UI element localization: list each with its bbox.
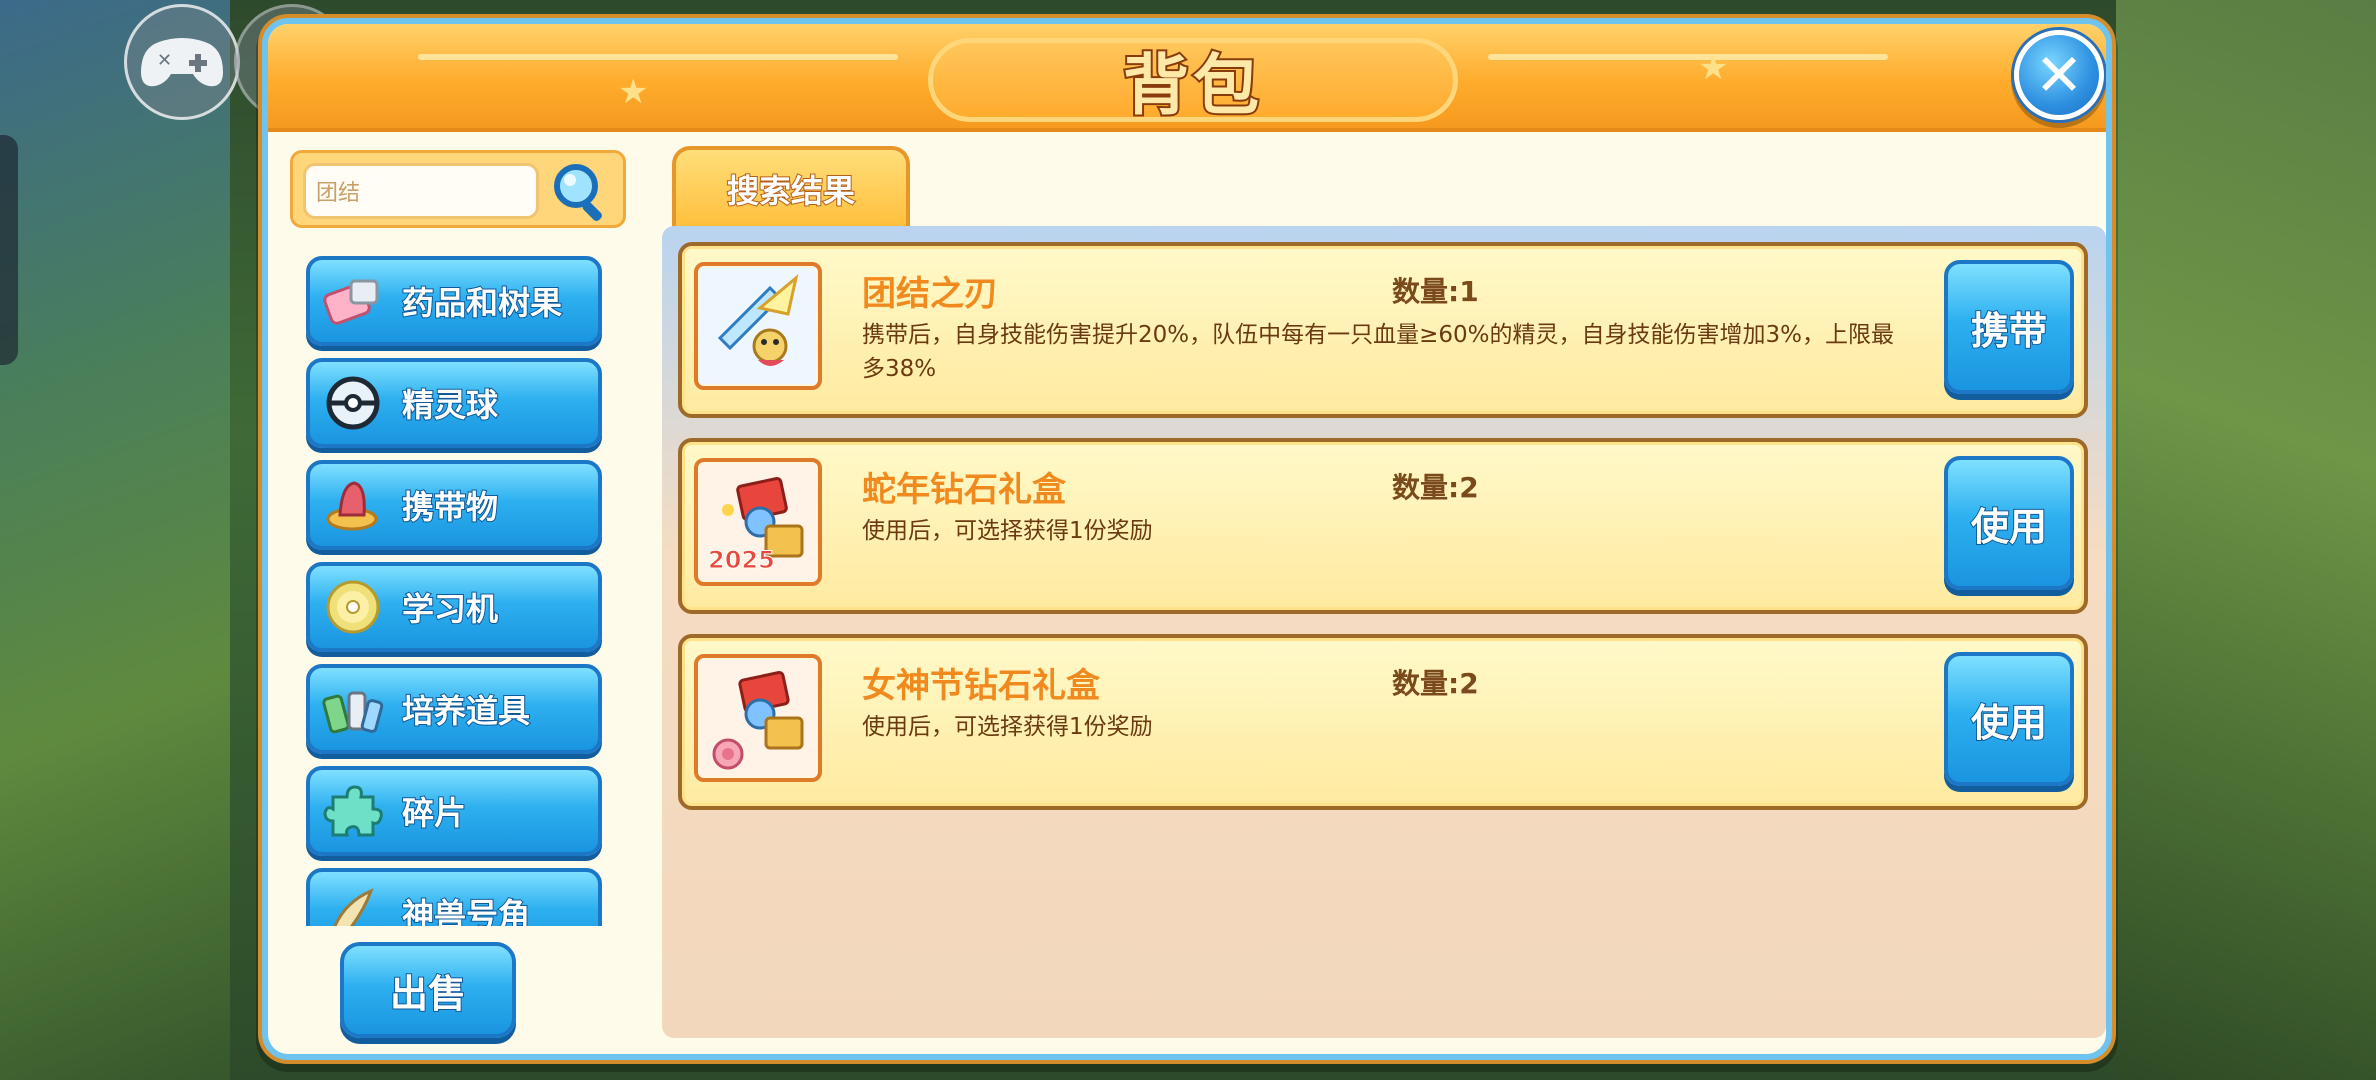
category-label: 学习机 xyxy=(401,589,499,629)
background-left xyxy=(0,0,230,1080)
item-name: 蛇年钻石礼盒 xyxy=(862,470,1066,510)
background-right xyxy=(2116,0,2376,1080)
category-held-item[interactable]: 携带物 xyxy=(306,460,602,550)
item-row[interactable]: 2025 蛇年钻石礼盒 数量:2 使用后，可选择获得1份奖励 使用 xyxy=(678,438,2088,614)
item-description: 携带后，自身技能伤害提升20%，队伍中每有一只血量≥60%的精灵，自身技能伤害增… xyxy=(862,322,1895,382)
header-decoration-left xyxy=(418,54,898,60)
category-label: 神兽号角 xyxy=(401,895,531,926)
svg-text:2025: 2025 xyxy=(708,546,775,574)
search-box xyxy=(290,150,626,228)
training-tools-icon xyxy=(318,674,388,744)
category-label: 精灵球 xyxy=(401,385,499,425)
use-button[interactable]: 使用 xyxy=(1944,652,2074,786)
star-icon: ★ xyxy=(618,72,649,112)
category-fragment[interactable]: 碎片 xyxy=(306,766,602,856)
category-label: 碎片 xyxy=(401,793,467,833)
carry-button[interactable]: 携带 xyxy=(1944,260,2074,394)
item-description: 使用后，可选择获得1份奖励 xyxy=(862,518,1153,544)
category-pokeball[interactable]: 精灵球 xyxy=(306,358,602,448)
search-input[interactable] xyxy=(303,163,539,219)
held-item-icon xyxy=(318,470,388,540)
gamepad-icon[interactable]: ✕ xyxy=(124,4,240,120)
gift-box-2025-icon: 2025 xyxy=(694,458,822,586)
close-icon: ✕ xyxy=(2034,41,2084,109)
horn-icon xyxy=(318,878,388,926)
header-decoration-right xyxy=(1488,54,1888,60)
disc-icon xyxy=(318,572,388,642)
side-drawer-handle[interactable] xyxy=(0,135,18,365)
item-quantity: 数量:2 xyxy=(1392,667,1479,700)
item-row[interactable]: 女神节钻石礼盒 数量:2 使用后，可选择获得1份奖励 使用 xyxy=(678,634,2088,810)
close-button[interactable]: ✕ xyxy=(2014,30,2104,120)
category-list: 药品和树果 精灵球 携带物 学习机 培养道具 碎片 神兽号角 xyxy=(298,244,618,926)
category-disc[interactable]: 学习机 xyxy=(306,562,602,652)
item-list: 团结之刃 数量:1 携带后，自身技能伤害提升20%，队伍中每有一只血量≥60%的… xyxy=(662,226,2106,1038)
item-quantity: 数量:1 xyxy=(1392,275,1479,308)
category-label: 携带物 xyxy=(401,487,499,527)
item-name: 女神节钻石礼盒 xyxy=(862,666,1100,706)
category-training[interactable]: 培养道具 xyxy=(306,664,602,754)
medicine-icon xyxy=(318,266,388,336)
page-title: 背包 xyxy=(1121,45,1263,126)
panel-header: ★ ★ 背包 ✕ xyxy=(268,24,2106,132)
title-pill: 背包 xyxy=(928,38,1458,126)
backpack-panel: ★ ★ 背包 ✕ 药品和树果 xyxy=(262,18,2112,1060)
category-medicine[interactable]: 药品和树果 xyxy=(306,256,602,346)
magnifier-icon xyxy=(554,164,602,221)
star-icon: ★ xyxy=(1698,48,1729,88)
item-description: 使用后，可选择获得1份奖励 xyxy=(862,714,1153,740)
puzzle-icon xyxy=(318,776,388,846)
gift-box-flower-icon xyxy=(694,654,822,782)
sell-button[interactable]: 出售 xyxy=(340,942,516,1038)
blade-creature-icon xyxy=(694,262,822,390)
item-quantity: 数量:2 xyxy=(1392,471,1479,504)
tab-search-results[interactable]: 搜索结果 xyxy=(672,146,910,228)
item-row[interactable]: 团结之刃 数量:1 携带后，自身技能伤害提升20%，队伍中每有一只血量≥60%的… xyxy=(678,242,2088,418)
svg-text:✕: ✕ xyxy=(157,50,172,71)
item-name: 团结之刃 xyxy=(862,274,998,314)
use-button[interactable]: 使用 xyxy=(1944,456,2074,590)
search-button[interactable] xyxy=(549,159,615,225)
category-horn[interactable]: 神兽号角 xyxy=(306,868,602,926)
pokeball-icon xyxy=(318,368,388,438)
category-label: 培养道具 xyxy=(401,691,531,731)
category-label: 药品和树果 xyxy=(401,283,563,323)
